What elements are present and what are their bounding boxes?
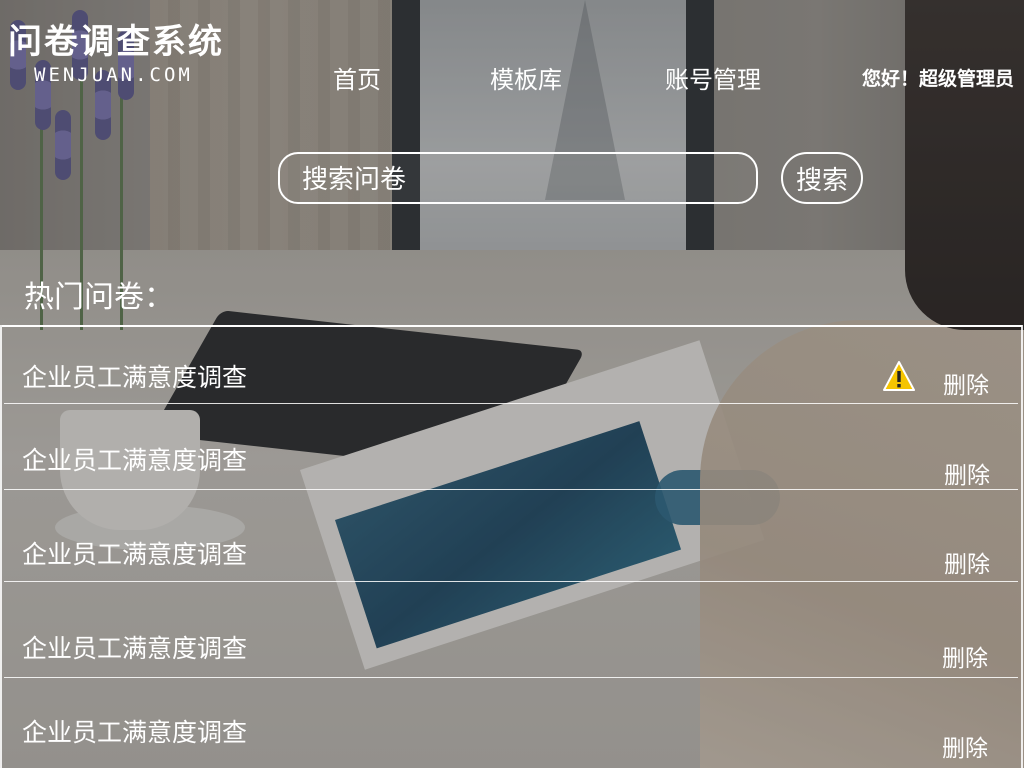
warning-icon xyxy=(883,361,915,391)
row-divider xyxy=(4,489,1018,490)
row-divider xyxy=(4,581,1018,582)
hot-surveys-title: 热门问卷： xyxy=(24,281,174,314)
nav-account-management[interactable]: 账号管理 xyxy=(665,60,761,100)
survey-title[interactable]: 企业员工满意度调查 xyxy=(22,441,247,477)
delete-button[interactable]: 删除 xyxy=(944,545,990,579)
delete-button[interactable]: 删除 xyxy=(942,639,988,673)
logo-subtitle: WENJUAN.COM xyxy=(34,64,193,86)
nav-template-library[interactable]: 模板库 xyxy=(490,60,562,100)
search-input[interactable] xyxy=(302,162,732,196)
survey-title[interactable]: 企业员工满意度调查 xyxy=(22,358,247,394)
logo-title: 问卷调查系统 xyxy=(8,22,224,62)
search-box xyxy=(278,152,758,204)
survey-title[interactable]: 企业员工满意度调查 xyxy=(22,629,247,665)
delete-button[interactable]: 删除 xyxy=(943,366,989,400)
survey-title[interactable]: 企业员工满意度调查 xyxy=(22,713,247,749)
row-divider xyxy=(4,677,1018,678)
user-greeting[interactable]: 您好！超级管理员 xyxy=(862,64,1014,91)
nav-home[interactable]: 首页 xyxy=(333,60,381,100)
list-left-border xyxy=(0,325,2,768)
search-button[interactable]: 搜索 xyxy=(781,152,863,204)
site-logo[interactable]: 问卷调查系统 WENJUAN.COM xyxy=(8,14,258,94)
delete-button[interactable]: 删除 xyxy=(944,456,990,490)
row-divider xyxy=(4,403,1018,404)
survey-title[interactable]: 企业员工满意度调查 xyxy=(22,535,247,571)
list-right-border xyxy=(1021,325,1023,768)
list-top-border xyxy=(2,325,1022,327)
delete-button[interactable]: 删除 xyxy=(942,729,988,763)
